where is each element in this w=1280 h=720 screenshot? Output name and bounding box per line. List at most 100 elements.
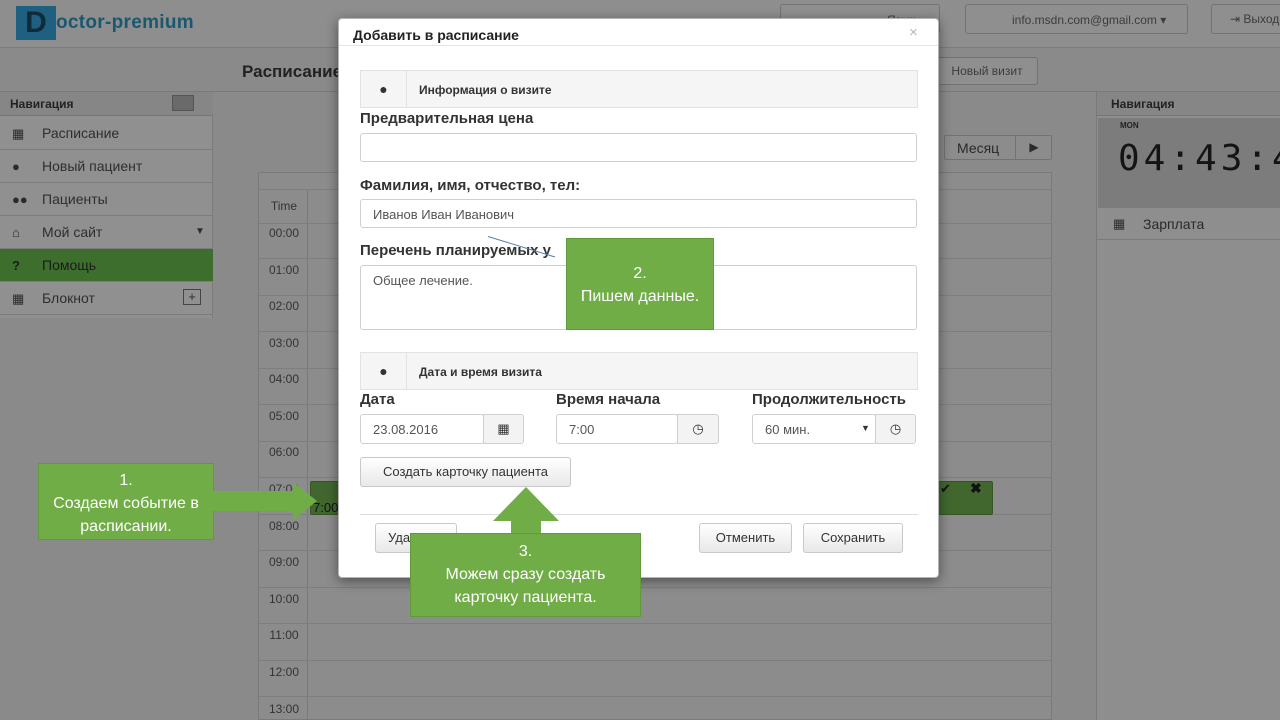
divider (258, 660, 1052, 661)
calendar-icon[interactable]: ▦ (483, 414, 524, 444)
sidebar-item-my-site[interactable]: ⌂ Мой сайт ▼ (0, 216, 213, 249)
price-input[interactable] (360, 133, 917, 162)
name-input[interactable]: Иванов Иван Иванович (360, 199, 917, 228)
hour-label: 02:00 (268, 299, 300, 313)
name-label: Фамилия, имя, отчество, тел: (360, 177, 581, 194)
sidebar-toggle-icon[interactable] (172, 95, 194, 111)
clock-icon[interactable]: ◷ (875, 414, 916, 444)
section-date-time: ● Дата и время визита (360, 352, 918, 390)
salary-item[interactable]: ▦ Зарплата (1097, 208, 1280, 240)
new-visit-button[interactable]: Новый визит (936, 57, 1038, 85)
sidebar-item-label: Мой сайт (42, 224, 103, 240)
hour-label: 11:00 (269, 628, 299, 642)
sidebar-item-label: Пациенты (42, 191, 108, 207)
caret-down-icon: ▼ (861, 423, 870, 433)
callout-line: 2. (633, 265, 647, 282)
sidebar-item-help[interactable]: ? Помощь (0, 249, 213, 282)
date-label: Дата (360, 391, 395, 408)
hour-label: 09:00 (268, 555, 300, 569)
callout-line: Можем сразу создать (445, 566, 606, 584)
month-view-button[interactable]: Месяц (957, 140, 999, 156)
start-time-label: Время начала (556, 391, 661, 408)
hour-label: 06:00 (268, 445, 300, 459)
calendar-icon: ▦ (12, 126, 25, 141)
price-label: Предварительная цена (360, 110, 534, 127)
callout-line: Пишем данные. (580, 288, 700, 306)
start-time-input[interactable]: 7:00 (556, 414, 678, 444)
hour-label: 13:00 (268, 702, 300, 716)
services-label: Перечень планируемых у (360, 242, 551, 259)
user-icon: ● (12, 159, 20, 174)
callout-line: 1. (119, 472, 133, 489)
section-visit-info: ● Информация о визите (360, 70, 918, 108)
arrow-up-icon (493, 487, 559, 521)
users-icon: ●● (12, 192, 28, 207)
duration-select[interactable]: 60 мин. ▼ (752, 414, 876, 444)
close-icon[interactable]: × (909, 24, 918, 41)
duration-value: 60 мин. (765, 422, 811, 437)
clock-day: MON (1120, 121, 1139, 130)
hour-label: 05:00 (268, 409, 300, 423)
right-panel-heading: Навигация (1097, 92, 1280, 116)
arrow-right-icon (293, 482, 317, 520)
clock-icon[interactable]: ◷ (677, 414, 719, 444)
sidebar-item-new-patient[interactable]: ● Новый пациент (0, 150, 213, 183)
section-title: Информация о визите (419, 83, 552, 97)
hour-label: 08:00 (268, 519, 300, 533)
sidebar-item-label: Блокнот (42, 290, 95, 306)
callout-line: расписании. (80, 518, 172, 536)
divider (360, 514, 918, 515)
clock-time: 04:43:46 (1118, 138, 1280, 179)
duration-label: Продолжительность (752, 391, 906, 408)
callout-line: 3. (518, 543, 533, 560)
create-patient-card-button[interactable]: Создать карточку пациента (360, 457, 571, 487)
logo-mark: D (16, 6, 56, 40)
add-icon[interactable]: + (183, 289, 201, 305)
next-arrow-icon[interactable]: ▶ (1015, 135, 1052, 160)
user-icon: ● (361, 353, 407, 389)
hour-label: 10:00 (268, 592, 300, 606)
save-button[interactable]: Сохранить (803, 523, 903, 553)
sidebar-item-label: Помощь (42, 257, 97, 273)
divider (258, 696, 1052, 697)
sidebar-item-notebook[interactable]: ▦ Блокнот + (0, 282, 213, 315)
account-email: info.msdn.com@gmail.com (1012, 13, 1157, 27)
divider (339, 45, 938, 46)
hour-label: 03:00 (268, 336, 300, 350)
caret-down-icon: ▼ (195, 226, 205, 237)
account-dropdown[interactable]: info.msdn.com@gmail.com ▾ (965, 4, 1188, 34)
hour-label: 01:00 (268, 263, 300, 277)
sidebar-item-label: Расписание (42, 125, 120, 141)
confirm-icon[interactable]: ✔ (940, 481, 951, 497)
salary-label: Зарплата (1143, 216, 1205, 232)
logout-button[interactable]: ⇥ Выход (1211, 4, 1280, 34)
caret-down-icon: ▾ (1160, 13, 1167, 27)
divider (258, 587, 1052, 588)
hour-label: 00:00 (268, 226, 300, 240)
divider (258, 623, 1052, 624)
logout-icon: ⇥ (1230, 12, 1241, 26)
sidebar-item-schedule[interactable]: ▦ Расписание (0, 117, 213, 150)
user-icon: ● (361, 71, 407, 107)
help-icon: ? (12, 258, 20, 273)
arrow-shaft (213, 491, 295, 511)
callout-step-2: 2. Пишем данные. (566, 238, 714, 330)
close-icon[interactable]: ✖ (970, 480, 982, 497)
sidebar-item-patients[interactable]: ●● Пациенты (0, 183, 213, 216)
logo-text: octor-premium (56, 12, 194, 33)
section-title: Дата и время визита (419, 365, 542, 379)
callout-step-1: 1. Создаем событие в расписании. (38, 463, 214, 540)
sidebar-item-label: Новый пациент (42, 158, 143, 174)
calculator-icon: ▦ (1113, 216, 1126, 231)
callout-line: карточку пациента. (454, 589, 597, 607)
page-title: Расписание (242, 62, 343, 81)
logout-label: Выход (1243, 12, 1280, 26)
time-header: Time (270, 199, 298, 213)
date-input[interactable]: 23.08.2016 (360, 414, 484, 444)
notebook-icon: ▦ (12, 291, 25, 306)
hour-label: 12:00 (268, 665, 300, 679)
home-icon: ⌂ (12, 225, 20, 240)
callout-line: Создаем событие в (53, 495, 199, 513)
hour-label: 04:00 (268, 372, 300, 386)
cancel-button[interactable]: Отменить (699, 523, 792, 553)
